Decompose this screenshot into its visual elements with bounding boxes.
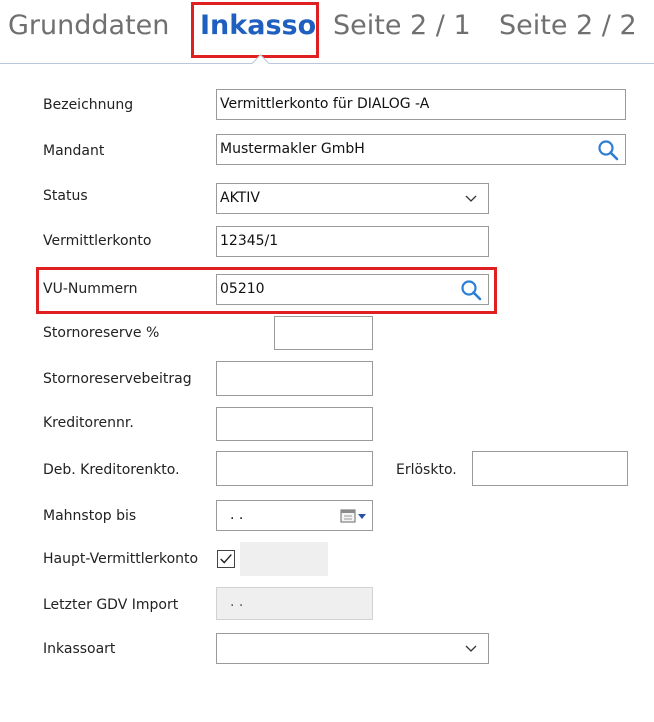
vu-nummern-value: 05210: [220, 281, 265, 297]
tab-grunddaten[interactable]: Grunddaten: [8, 10, 169, 41]
label-deb-kreditorenkto: Deb. Kreditorenkto.: [43, 462, 180, 478]
search-icon[interactable]: [460, 279, 482, 301]
kreditorennr-field[interactable]: [216, 407, 373, 441]
label-mandant: Mandant: [43, 143, 105, 159]
tab-bar: Grunddaten Inkasso Seite 2 / 1 Seite 2 /…: [0, 0, 654, 73]
status-select[interactable]: AKTIV: [216, 183, 489, 214]
label-bezeichnung: Bezeichnung: [43, 97, 134, 113]
status-value: AKTIV: [220, 190, 260, 206]
chevron-down-icon: [465, 645, 477, 652]
tab-seite-2-1[interactable]: Seite 2 / 1: [333, 10, 471, 41]
letzter-gdv-import-field: . .: [216, 587, 373, 620]
erloeskto-field[interactable]: [472, 451, 628, 486]
mahnstop-bis-value: . .: [230, 507, 244, 523]
vermittlerkonto-field[interactable]: 12345/1: [216, 226, 489, 257]
label-erloeskto: Erlöskto.: [396, 462, 457, 478]
checkmark-icon: [220, 554, 232, 564]
label-kreditorennr: Kreditorennr.: [43, 415, 134, 431]
letzter-gdv-import-value: . .: [230, 594, 244, 610]
haupt-vermittlerkonto-checkbox[interactable]: [217, 550, 235, 568]
mandant-value: Mustermakler GmbH: [220, 141, 365, 157]
label-vu-nummern: VU-Nummern: [43, 281, 138, 297]
deb-kreditorenkto-field[interactable]: [216, 451, 373, 486]
stornoreservebeitrag-field[interactable]: [216, 361, 373, 396]
chevron-down-icon: [465, 195, 477, 202]
calendar-icon[interactable]: [340, 509, 368, 523]
checkbox-background: [240, 542, 328, 576]
label-inkassoart: Inkassoart: [43, 641, 116, 657]
bezeichnung-field[interactable]: Vermittlerkonto für DIALOG -A: [216, 89, 626, 120]
label-status: Status: [43, 188, 88, 204]
label-letzter-gdv-import: Letzter GDV Import: [43, 597, 179, 613]
label-mahnstop-bis: Mahnstop bis: [43, 508, 137, 524]
label-vermittlerkonto: Vermittlerkonto: [43, 233, 152, 249]
vu-nummern-field[interactable]: 05210: [216, 274, 489, 305]
tab-seite-2-2[interactable]: Seite 2 / 2: [499, 10, 637, 41]
label-stornoreserve-pct: Stornoreserve %: [43, 325, 160, 341]
mahnstop-bis-date-field[interactable]: . .: [216, 500, 373, 531]
mandant-field[interactable]: Mustermakler GmbH: [216, 134, 626, 165]
search-icon[interactable]: [597, 139, 619, 161]
tab-underline: [0, 63, 654, 64]
highlight-box-tab: [191, 2, 319, 58]
inkassoart-select[interactable]: [216, 633, 489, 664]
label-stornoreservebeitrag: Stornoreservebeitrag: [43, 371, 192, 387]
stornoreserve-pct-field[interactable]: [274, 316, 373, 350]
label-haupt-vermittlerkonto: Haupt-Vermittlerkonto: [43, 551, 199, 567]
